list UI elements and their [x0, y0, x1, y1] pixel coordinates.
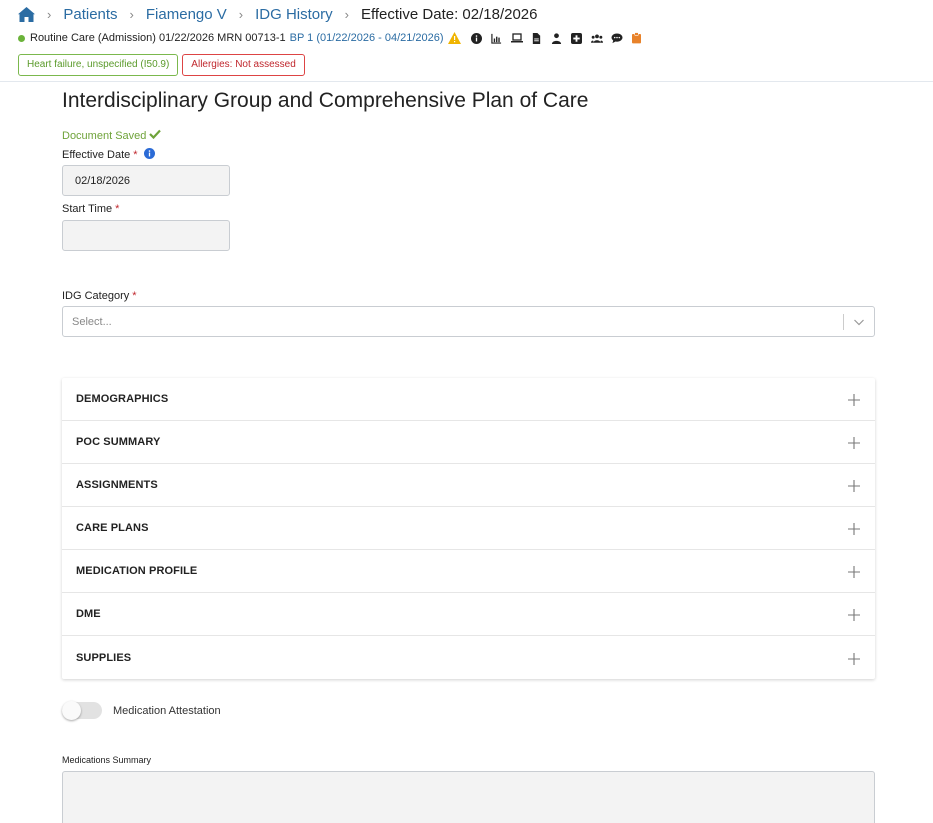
chevron-right-icon: › [129, 6, 134, 22]
required-marker: * [115, 203, 120, 215]
chat-icon[interactable] [611, 32, 623, 44]
admission-type: (Admission) [97, 32, 156, 44]
status-dot-icon [18, 34, 25, 42]
section-poc-summary[interactable]: POC SUMMARY [62, 421, 875, 464]
chevron-right-icon: › [238, 6, 244, 22]
section-title: DEMOGRAPHICS [76, 393, 169, 405]
admission-date: 01/22/2026 [159, 32, 215, 44]
mrn: MRN 00713-1 [217, 32, 286, 44]
idg-category-label: IDG Category * [62, 290, 137, 302]
breadcrumb-patients[interactable]: Patients [63, 6, 117, 23]
diagnosis-badge[interactable]: Heart failure, unspecified (I50.9) [18, 54, 179, 76]
section-title: DME [76, 608, 101, 620]
expand-plus-icon[interactable] [848, 479, 860, 492]
breadcrumb-idg-history[interactable]: IDG History [255, 6, 333, 23]
effective-date-input[interactable]: 02/18/2026 [62, 165, 230, 196]
home-icon[interactable] [18, 6, 35, 22]
chevron-right-icon: › [47, 6, 52, 22]
patient-header: › Patients › Fiamengo V › IDG History › … [0, 0, 933, 82]
clipboard-icon[interactable] [631, 32, 643, 44]
section-title: SUPPLIES [76, 651, 132, 664]
section-title: CARE PLANS [76, 522, 149, 534]
chart-icon[interactable] [491, 32, 503, 44]
expand-plus-icon[interactable] [848, 565, 860, 578]
expand-plus-icon[interactable] [848, 436, 860, 449]
expand-plus-icon[interactable] [848, 652, 860, 665]
section-accordion: DEMOGRAPHICS POC SUMMARY ASSIGNMENTS CAR… [62, 378, 875, 679]
expand-plus-icon[interactable] [848, 522, 860, 535]
medications-summary-textarea[interactable] [62, 771, 875, 823]
section-title: ASSIGNMENTS [76, 479, 158, 491]
medication-attestation-toggle[interactable] [62, 701, 102, 720]
medication-attestation-row: Medication Attestation [62, 701, 221, 720]
patient-toolbar [471, 32, 643, 44]
section-assignments[interactable]: ASSIGNMENTS [62, 464, 875, 507]
effective-date-label-text: Effective Date [62, 149, 131, 161]
required-marker: * [133, 149, 138, 161]
effective-date-label: Effective Date * [62, 148, 155, 162]
section-title: POC SUMMARY [76, 436, 161, 448]
breadcrumb-patient-name[interactable]: Fiamengo V [146, 6, 227, 23]
section-supplies[interactable]: SUPPLIES [62, 636, 875, 679]
medical-plus-icon[interactable] [571, 32, 583, 44]
medication-attestation-label: Medication Attestation [113, 704, 221, 717]
care-level: Routine Care [30, 32, 95, 44]
idg-category-label-text: IDG Category [62, 290, 130, 302]
patient-info: Routine Care (Admission) 01/22/2026 MRN … [18, 31, 643, 45]
section-care-plans[interactable]: CARE PLANS [62, 507, 875, 550]
check-icon [149, 129, 162, 142]
chevron-down-icon[interactable] [853, 317, 865, 327]
section-dme[interactable]: DME [62, 593, 875, 636]
idg-category-placeholder: Select... [72, 315, 112, 328]
team-icon[interactable] [590, 32, 603, 44]
toggle-knob[interactable] [62, 701, 81, 720]
required-marker: * [132, 290, 137, 302]
patient-tags: Heart failure, unspecified (I50.9) Aller… [18, 54, 305, 76]
info-icon[interactable] [143, 148, 155, 162]
physician-icon[interactable] [551, 32, 563, 44]
page-title: Interdisciplinary Group and Comprehensiv… [62, 89, 589, 112]
expand-plus-icon[interactable] [848, 393, 860, 406]
idg-category-select[interactable]: Select... [62, 306, 875, 337]
benefit-period-link[interactable]: BP 1 (01/22/2026 - 04/21/2026) [290, 32, 444, 44]
warning-icon[interactable] [447, 32, 461, 44]
document-icon[interactable] [531, 32, 543, 44]
medications-summary-label: Medications Summary [62, 755, 152, 765]
laptop-icon[interactable] [510, 32, 523, 44]
save-status: Document Saved [62, 129, 162, 142]
info-icon[interactable] [471, 32, 483, 44]
start-time-label: Start Time * [62, 203, 119, 215]
chevron-right-icon: › [344, 6, 349, 22]
allergies-badge[interactable]: Allergies: Not assessed [182, 54, 305, 76]
section-title: MEDICATION PROFILE [76, 565, 198, 577]
section-demographics[interactable]: DEMOGRAPHICS [62, 378, 875, 421]
start-time-label-text: Start Time [62, 203, 113, 215]
expand-plus-icon[interactable] [848, 608, 860, 621]
breadcrumb-current: Effective Date: 02/18/2026 [360, 5, 538, 23]
select-divider [843, 314, 844, 330]
start-time-input[interactable] [62, 220, 230, 251]
section-medication-profile[interactable]: MEDICATION PROFILE [62, 550, 875, 593]
save-status-text: Document Saved [62, 129, 147, 142]
breadcrumb: › Patients › Fiamengo V › IDG History › … [18, 4, 537, 24]
